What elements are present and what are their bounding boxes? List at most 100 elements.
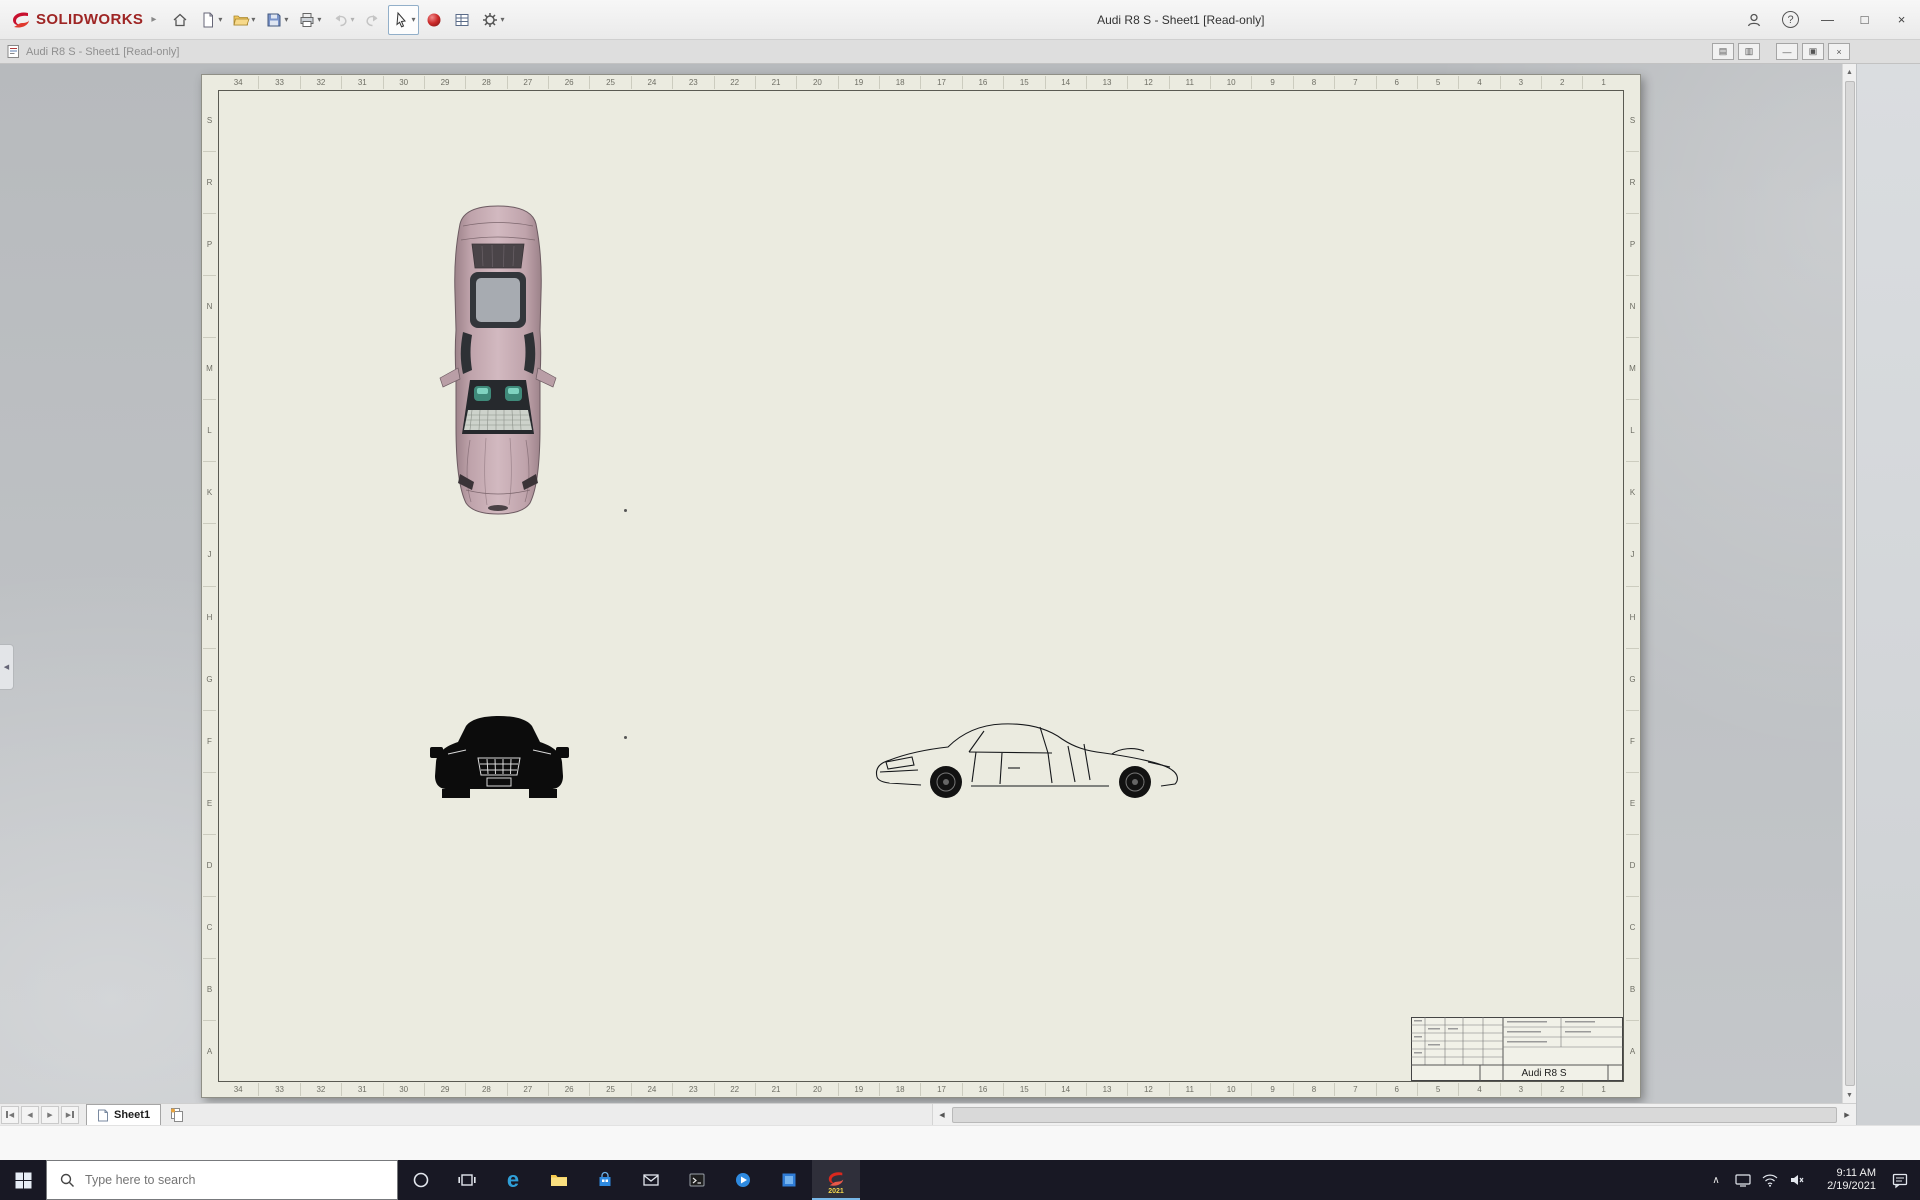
prev-sheet-button[interactable]: ◀	[21, 1105, 39, 1124]
mail-button[interactable]	[628, 1160, 674, 1200]
task-pane-strip[interactable]	[1856, 64, 1920, 1125]
tray-expand-button[interactable]: ∧	[1703, 1160, 1729, 1200]
zone-number: 30	[384, 1083, 425, 1096]
scroll-up-icon[interactable]: ▲	[1846, 64, 1853, 80]
zone-letter: S	[1626, 90, 1639, 153]
bar-icon	[5, 1111, 8, 1118]
solidworks-logo-icon	[13, 11, 29, 28]
view-anchor-dot	[624, 509, 627, 512]
doc-close-button[interactable]: ×	[1828, 43, 1850, 60]
caret-down-icon[interactable]: ▾	[411, 15, 415, 24]
next-sheet-button[interactable]: ▶	[41, 1105, 59, 1124]
tables-button[interactable]	[449, 5, 475, 35]
appearance-button[interactable]	[421, 5, 447, 35]
scroll-left-icon[interactable]: ◀	[933, 1104, 951, 1125]
zone-number: 6	[1377, 1083, 1418, 1096]
taskbar-clock[interactable]: 9:11 AM 2/19/2021	[1810, 1160, 1880, 1200]
start-button[interactable]	[0, 1160, 46, 1200]
home-button[interactable]	[167, 5, 193, 35]
doc-restore-button[interactable]: ▣	[1802, 43, 1824, 60]
sheet-icon	[98, 1109, 108, 1121]
menu-flyout-icon[interactable]: ▸	[151, 14, 156, 25]
drawing-view-front[interactable]	[430, 714, 569, 811]
minimize-button[interactable]: —	[1809, 0, 1846, 39]
drawing-view-side[interactable]	[872, 720, 1186, 808]
file-explorer-button[interactable]	[536, 1160, 582, 1200]
add-sheet-button[interactable]	[165, 1104, 189, 1125]
close-button[interactable]: ×	[1883, 0, 1920, 39]
zone-number: 9	[1252, 76, 1294, 89]
zone-number: 1	[1601, 78, 1606, 87]
zone-number: 11	[1170, 76, 1211, 89]
zone-number: 22	[715, 1083, 756, 1096]
select-button[interactable]: ▾	[388, 4, 420, 35]
save-button[interactable]: ▾	[261, 5, 292, 35]
caret-down-icon[interactable]: ▾	[284, 15, 288, 24]
first-sheet-button[interactable]: ◀	[1, 1105, 19, 1124]
zone-number: 4	[1459, 1083, 1501, 1096]
terminal-button[interactable]	[674, 1160, 720, 1200]
zone-number: 10	[1211, 76, 1253, 89]
media-player-button[interactable]	[720, 1160, 766, 1200]
zone-letter: N	[203, 276, 216, 339]
cortana-button[interactable]	[398, 1160, 444, 1200]
caret-down-icon[interactable]: ▾	[500, 15, 504, 24]
zone-numbers-top: 34 33 32 31 30 29 28 27 26 25 24 23 22 21 20 19 18 17 16 15…	[218, 76, 1624, 89]
vertical-scrollbar[interactable]: ▲ ▼	[1842, 64, 1856, 1103]
store-button[interactable]	[582, 1160, 628, 1200]
zone-number: 33	[259, 1083, 301, 1096]
horizontal-scroll-thumb[interactable]	[952, 1106, 1837, 1123]
edge-button[interactable]: e	[490, 1160, 536, 1200]
open-button[interactable]: ▾	[228, 5, 259, 35]
graphics-area[interactable]: 34 33 32 31 30 29 28 27 26 25 24 23 22 21 20 19 18 17 16 15…	[0, 64, 1856, 1103]
drawing-view-top[interactable]	[430, 202, 566, 522]
zone-letter: G	[203, 649, 216, 711]
taskbar-search[interactable]	[46, 1160, 398, 1200]
tray-network-button[interactable]	[1756, 1160, 1783, 1200]
task-view-button[interactable]	[444, 1160, 490, 1200]
solidworks-year-badge: 2021	[828, 1188, 844, 1195]
caret-down-icon[interactable]: ▾	[317, 15, 321, 24]
horizontal-scrollbar[interactable]: ◀ ▶	[932, 1104, 1856, 1125]
tab-sheet1[interactable]: Sheet1	[86, 1104, 162, 1125]
zone-number: 6	[1377, 76, 1418, 89]
scroll-right-icon[interactable]: ▶	[1838, 1104, 1856, 1125]
undo-button[interactable]: ▾	[327, 5, 358, 35]
title-block[interactable]: Audi R8 S	[1411, 1017, 1623, 1081]
pane-left-icon[interactable]: ▤	[1712, 43, 1734, 60]
solidworks-menu[interactable]: SOLIDWORKS ▸	[0, 10, 166, 30]
select-cursor-icon	[396, 11, 407, 27]
last-sheet-button[interactable]: ▶	[61, 1105, 79, 1124]
zone-number: 9	[1252, 1083, 1294, 1096]
scroll-down-icon[interactable]: ▼	[1846, 1087, 1853, 1103]
zone-letter: K	[203, 462, 216, 525]
options-button[interactable]: ▾	[477, 5, 508, 35]
solidworks-taskbar-button[interactable]: 2021	[812, 1160, 860, 1200]
photos-button[interactable]	[766, 1160, 812, 1200]
new-document-button[interactable]: ▾	[195, 5, 226, 35]
zone-letter: F	[1626, 711, 1639, 773]
clock-date: 2/19/2021	[1827, 1180, 1876, 1192]
zone-number: 11	[1170, 1083, 1211, 1096]
action-center-button[interactable]	[1880, 1160, 1920, 1200]
account-button[interactable]	[1735, 0, 1772, 39]
feature-manager-collapsed-tab[interactable]: ◀	[0, 644, 14, 690]
pane-right-icon[interactable]: ▥	[1738, 43, 1760, 60]
print-button[interactable]: ▾	[294, 5, 325, 35]
maximize-button[interactable]: □	[1846, 0, 1883, 39]
caret-down-icon[interactable]: ▾	[350, 15, 354, 24]
search-input[interactable]	[85, 1173, 365, 1187]
doc-minimize-button[interactable]: —	[1776, 43, 1798, 60]
tray-volume-button[interactable]	[1783, 1160, 1810, 1200]
window-controls: ? — □ ×	[1735, 0, 1920, 39]
caret-down-icon[interactable]: ▾	[218, 15, 222, 24]
vertical-scroll-thumb[interactable]	[1844, 81, 1855, 1086]
drawing-sheet[interactable]: 34 33 32 31 30 29 28 27 26 25 24 23 22 21 20 19 18 17 16 15…	[201, 74, 1641, 1098]
zone-letter: R	[203, 152, 216, 215]
edge-icon: e	[506, 1167, 520, 1192]
home-icon	[173, 13, 187, 26]
tray-device-button[interactable]	[1729, 1160, 1756, 1200]
redo-button[interactable]	[360, 5, 386, 35]
help-button[interactable]: ?	[1772, 0, 1809, 39]
caret-down-icon[interactable]: ▾	[251, 15, 255, 24]
